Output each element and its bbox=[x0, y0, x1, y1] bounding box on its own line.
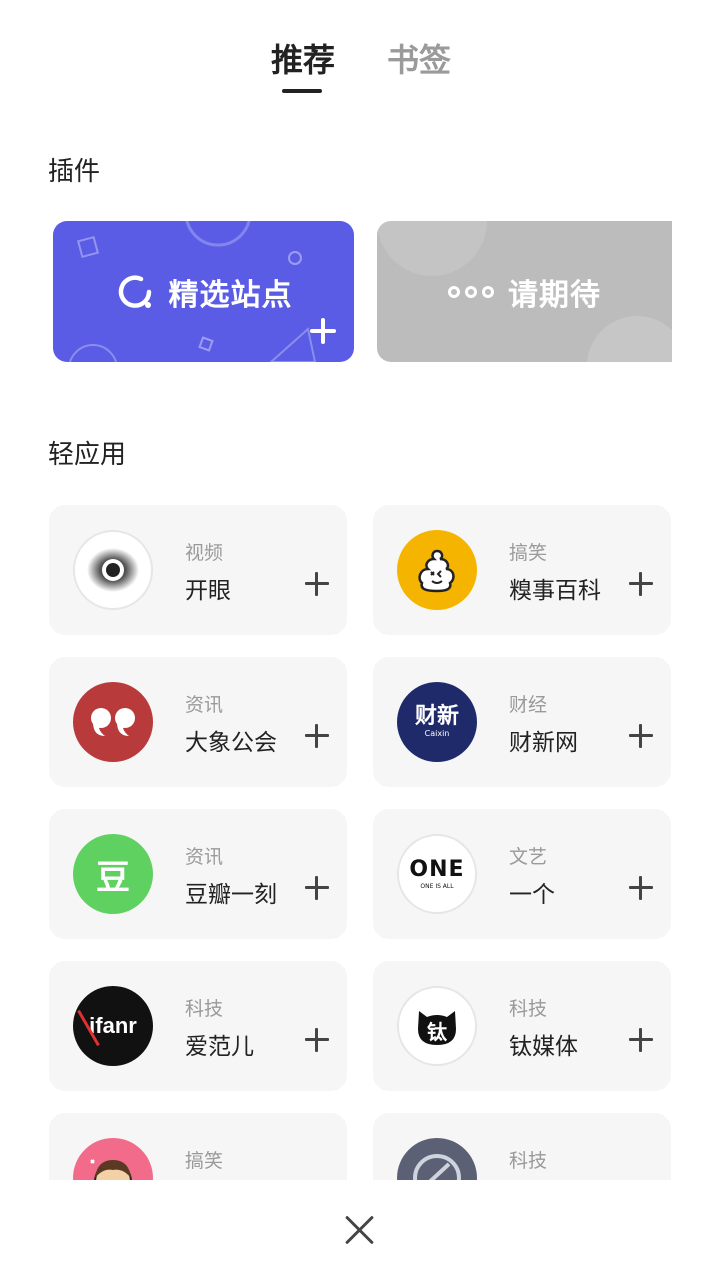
app-name: 钛媒体 bbox=[509, 1034, 578, 1060]
one-logo-icon: ONE ONE IS ALL bbox=[397, 834, 477, 914]
app-category: 文艺 bbox=[509, 846, 548, 868]
tab-bookmarks[interactable]: 书签 bbox=[387, 38, 451, 82]
top-tabs: 推荐 书签 bbox=[0, 38, 720, 98]
add-icon[interactable] bbox=[629, 1028, 653, 1052]
close-icon[interactable] bbox=[344, 1214, 376, 1246]
add-icon[interactable] bbox=[629, 724, 653, 748]
caixin-logo-text: 财新 bbox=[414, 704, 459, 729]
three-dots-icon bbox=[448, 285, 494, 298]
app-category: 资讯 bbox=[185, 694, 224, 716]
bottom-bar bbox=[0, 1180, 720, 1280]
app-category: 资讯 bbox=[185, 846, 224, 868]
caixin-logo-subtext: Caixin bbox=[424, 729, 450, 738]
app-card-one[interactable]: ONE ONE IS ALL 文艺 一个 bbox=[373, 809, 671, 939]
one-logo-subtext: ONE IS ALL bbox=[420, 882, 454, 890]
app-category: 搞笑 bbox=[509, 542, 548, 564]
eye-icon bbox=[73, 530, 153, 610]
app-card-kaiyan[interactable]: 视频 开眼 bbox=[49, 505, 347, 635]
add-icon[interactable] bbox=[305, 1028, 329, 1052]
app-card-caixin[interactable]: 财新 Caixin 财经 财新网 bbox=[373, 657, 671, 787]
app-category: 科技 bbox=[509, 1150, 548, 1172]
app-name: 财新网 bbox=[509, 730, 578, 756]
tmt-logo-text: 钛 bbox=[427, 1019, 447, 1044]
app-card-daxiang[interactable]: 资讯 大象公会 bbox=[49, 657, 347, 787]
app-name: 开眼 bbox=[185, 578, 231, 604]
add-icon[interactable] bbox=[305, 724, 329, 748]
one-logo-text: ONE bbox=[409, 856, 465, 882]
quote-marks-icon bbox=[73, 682, 153, 762]
app-name: 糗事百科 bbox=[509, 578, 601, 604]
active-tab-indicator bbox=[282, 89, 322, 93]
add-icon[interactable] bbox=[305, 876, 329, 900]
app-card-ifanr[interactable]: ifanr 科技 爱范儿 bbox=[49, 961, 347, 1091]
plugin-card-coming-soon: 请期待 bbox=[377, 221, 672, 362]
app-card-qiushibaike[interactable]: 搞笑 糗事百科 bbox=[373, 505, 671, 635]
tmt-cat-logo-icon: 钛 bbox=[397, 986, 477, 1066]
add-icon[interactable] bbox=[305, 572, 329, 596]
plugin-label: 请期待 bbox=[508, 277, 601, 313]
poop-face-icon bbox=[397, 530, 477, 610]
add-plugin-icon[interactable] bbox=[310, 318, 336, 344]
app-name: 爱范儿 bbox=[185, 1034, 254, 1060]
app-name: 一个 bbox=[509, 882, 555, 908]
douban-logo-icon: 豆 bbox=[73, 834, 153, 914]
app-card-douban[interactable]: 豆 资讯 豆瓣一刻 bbox=[49, 809, 347, 939]
add-icon[interactable] bbox=[629, 876, 653, 900]
add-icon[interactable] bbox=[629, 572, 653, 596]
plugin-card-featured-sites[interactable]: 精选站点 bbox=[53, 221, 354, 362]
lite-apps-section-title: 轻应用 bbox=[48, 440, 127, 470]
caixin-logo-icon: 财新 Caixin bbox=[397, 682, 477, 762]
decorative-shapes bbox=[69, 221, 317, 362]
app-category: 科技 bbox=[509, 998, 548, 1020]
tab-recommend[interactable]: 推荐 bbox=[271, 38, 335, 82]
ifanr-logo-text: ifanr bbox=[89, 1013, 137, 1038]
app-name: 豆瓣一刻 bbox=[185, 882, 277, 908]
plugins-section-title: 插件 bbox=[48, 157, 101, 187]
app-name: 大象公会 bbox=[185, 730, 277, 756]
compass-ring-icon bbox=[115, 272, 155, 312]
app-category: 财经 bbox=[509, 694, 548, 716]
douban-logo-text: 豆 bbox=[96, 857, 130, 898]
app-card-tmtpost[interactable]: 钛 科技 钛媒体 bbox=[373, 961, 671, 1091]
app-category: 搞笑 bbox=[185, 1150, 224, 1172]
app-category: 科技 bbox=[185, 998, 224, 1020]
app-category: 视频 bbox=[185, 542, 224, 564]
ifanr-logo-icon: ifanr bbox=[73, 986, 153, 1066]
